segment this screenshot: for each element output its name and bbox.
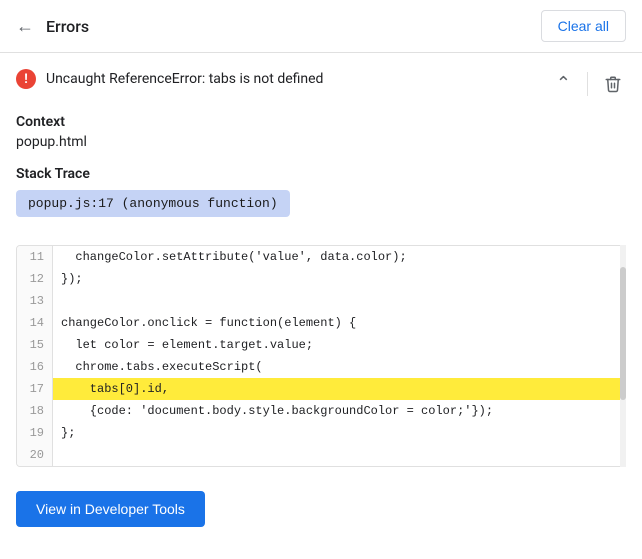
- stack-trace-pill: popup.js:17 (anonymous function): [16, 190, 290, 217]
- trash-icon: [604, 75, 622, 93]
- header: ← Errors Clear all: [0, 0, 642, 53]
- context-label: Context: [16, 114, 626, 130]
- context-section: Context popup.html: [16, 114, 626, 150]
- scrollbar-thumb: [620, 267, 626, 400]
- error-row: ! Uncaught ReferenceError: tabs is not d…: [16, 69, 626, 98]
- code-block-wrapper: 11 changeColor.setAttribute('value', dat…: [16, 245, 626, 467]
- page-title: Errors: [46, 17, 89, 36]
- code-line-12: 12});: [17, 268, 625, 290]
- back-arrow[interactable]: ←: [16, 16, 34, 37]
- delete-button[interactable]: [600, 71, 626, 97]
- code-line-16: 16 chrome.tabs.executeScript(: [17, 356, 625, 378]
- code-line-11: 11 changeColor.setAttribute('value', dat…: [17, 246, 625, 268]
- error-message: Uncaught ReferenceError: tabs is not def…: [46, 71, 323, 87]
- scrollbar-track[interactable]: [620, 245, 626, 467]
- code-line-20: 20: [17, 444, 625, 466]
- error-icon: !: [16, 69, 36, 89]
- code-line-15: 15 let color = element.target.value;: [17, 334, 625, 356]
- code-line-13: 13: [17, 290, 625, 312]
- code-line-18: 18 {code: 'document.body.style.backgroun…: [17, 400, 625, 422]
- code-line-19: 19};: [17, 422, 625, 444]
- stack-trace-label: Stack Trace: [16, 166, 626, 182]
- clear-all-button[interactable]: Clear all: [541, 10, 626, 42]
- code-block: 11 changeColor.setAttribute('value', dat…: [16, 245, 626, 467]
- code-line-17: 17 tabs[0].id,: [17, 378, 625, 400]
- view-devtools-button[interactable]: View in Developer Tools: [16, 491, 205, 527]
- stack-trace-section: Stack Trace popup.js:17 (anonymous funct…: [16, 166, 626, 233]
- collapse-button[interactable]: ⌃: [552, 69, 575, 98]
- context-value: popup.html: [16, 134, 626, 150]
- code-line-14: 14changeColor.onclick = function(element…: [17, 312, 625, 334]
